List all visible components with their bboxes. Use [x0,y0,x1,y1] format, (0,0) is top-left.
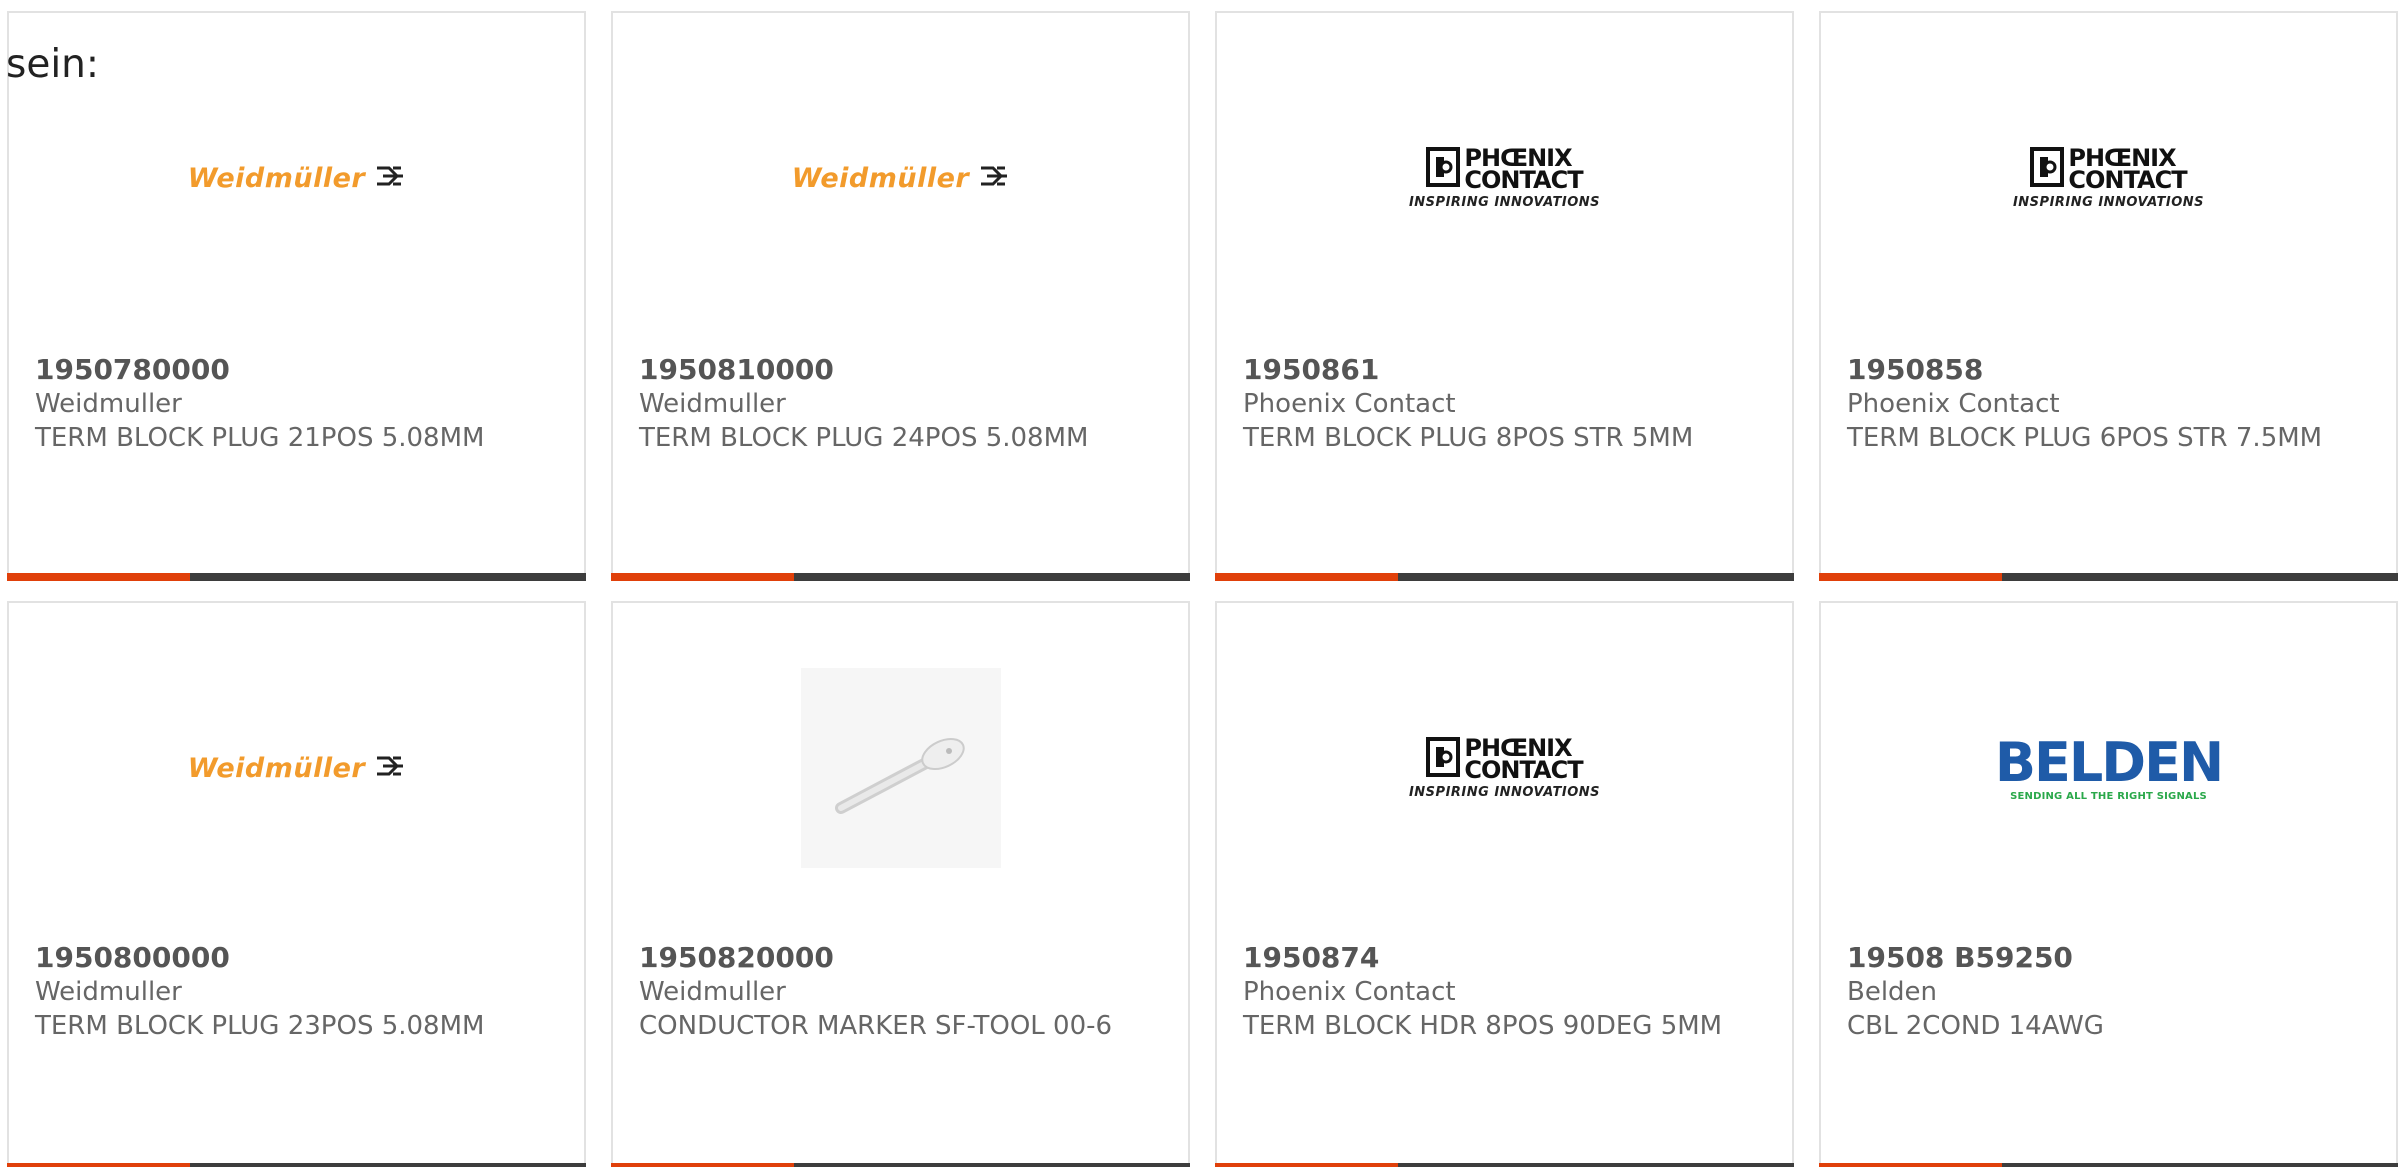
product-grid: Weidmüller 1950780000 Weidmuller TERM BL… [0,0,2400,1167]
description: TERM BLOCK PLUG 6POS STR 7.5MM [1847,423,2323,453]
weidmuller-logo-text: Weidmüller [187,752,366,784]
phoenix-symbol-icon [2030,146,2065,191]
phoenix-logo: PHŒNIX CONTACT INSPIRING INNOVATIONS [2012,146,2205,210]
manufacturer: Phoenix Contact [1847,389,2060,419]
card-bottom-bar [7,573,586,581]
marker-tool-photo [800,668,1001,868]
manufacturer: Weidmuller [639,977,786,1007]
product-image: PHŒNIX CONTACT INSPIRING INNOVATIONS [1217,73,1792,313]
product-card[interactable]: Weidmüller 1950800000 Weidmuller TERM BL… [7,601,586,1167]
weidmuller-logo: Weidmüller [188,753,405,784]
part-number[interactable]: 1950820000 [639,941,1168,975]
intro-text: sein: [6,42,100,87]
manufacturer: Phoenix Contact [1243,389,1456,419]
phoenix-tagline: INSPIRING INNOVATIONS [1408,784,1601,800]
card-bar-accent [611,573,794,581]
product-card[interactable]: PHŒNIX CONTACT INSPIRING INNOVATIONS 195… [1215,601,1794,1167]
product-card[interactable]: PHŒNIX CONTACT INSPIRING INNOVATIONS 195… [1215,11,1794,581]
belden-logo: BELDEN SENDING ALL THE RIGHT SIGNALS [1994,730,2224,802]
manufacturer: Belden [1847,977,1938,1007]
description: CONDUCTOR MARKER SF-TOOL 00-6 [639,1011,1113,1041]
description: TERM BLOCK PLUG 23POS 5.08MM [35,1011,485,1041]
product-info: 1950858 Phoenix Contact TERM BLOCK PLUG … [1847,353,2376,455]
weidmuller-symbol-icon [979,164,1009,192]
product-image: Weidmüller [613,73,1188,313]
description: TERM BLOCK PLUG 21POS 5.08MM [35,423,485,453]
product-image: Weidmüller [9,73,584,313]
card-bottom-bar [611,1163,1190,1167]
card-bar-accent [611,1163,794,1167]
card-bottom-bar [611,573,1190,581]
card-bar-accent [7,1163,190,1167]
part-number[interactable]: 1950810000 [639,353,1168,387]
card-bar-accent [7,573,190,581]
part-number[interactable]: 1950861 [1243,353,1772,387]
product-info: 1950874 Phoenix Contact TERM BLOCK HDR 8… [1243,941,1772,1043]
part-number[interactable]: 1950858 [1847,353,2376,387]
belden-logo-text: BELDEN [1994,730,2224,794]
product-image: Weidmüller [9,663,584,903]
part-number[interactable]: 19508 B59250 [1847,941,2376,975]
card-bar-accent [1215,1163,1398,1167]
phoenix-tagline: INSPIRING INNOVATIONS [1408,194,1601,210]
phoenix-symbol-icon [1426,146,1461,191]
weidmuller-logo-text: Weidmüller [187,162,366,194]
product-info: 19508 B59250 Belden CBL 2COND 14AWG [1847,941,2376,1043]
phoenix-logo-line2: CONTACT [1464,165,1583,194]
phoenix-symbol-icon [1426,736,1461,781]
part-number[interactable]: 1950780000 [35,353,564,387]
weidmuller-logo: Weidmüller [792,163,1009,194]
product-info: 1950861 Phoenix Contact TERM BLOCK PLUG … [1243,353,1772,455]
weidmuller-symbol-icon [375,164,405,192]
card-bottom-bar [1215,573,1794,581]
product-info: 1950780000 Weidmuller TERM BLOCK PLUG 21… [35,353,564,455]
product-image: PHŒNIX CONTACT INSPIRING INNOVATIONS [1821,73,2396,313]
card-bottom-bar [7,1163,586,1167]
product-card[interactable]: BELDEN SENDING ALL THE RIGHT SIGNALS 195… [1819,601,2398,1167]
product-image: BELDEN SENDING ALL THE RIGHT SIGNALS [1821,663,2396,903]
description: TERM BLOCK PLUG 24POS 5.08MM [639,423,1089,453]
description: CBL 2COND 14AWG [1847,1011,2104,1041]
phoenix-logo-line2: CONTACT [1464,755,1583,784]
card-bottom-bar [1819,573,2398,581]
manufacturer: Weidmuller [639,389,786,419]
card-bar-accent [1819,573,2002,581]
manufacturer: Weidmuller [35,389,182,419]
description: TERM BLOCK PLUG 8POS STR 5MM [1243,423,1694,453]
phoenix-tagline: INSPIRING INNOVATIONS [2012,194,2205,210]
part-number[interactable]: 1950800000 [35,941,564,975]
product-card[interactable]: 1950820000 Weidmuller CONDUCTOR MARKER S… [611,601,1190,1167]
description: TERM BLOCK HDR 8POS 90DEG 5MM [1243,1011,1723,1041]
product-image: PHŒNIX CONTACT INSPIRING INNOVATIONS [1217,663,1792,903]
product-info: 1950810000 Weidmuller TERM BLOCK PLUG 24… [639,353,1168,455]
phoenix-logo: PHŒNIX CONTACT INSPIRING INNOVATIONS [1408,736,1601,800]
weidmuller-logo: Weidmüller [188,163,405,194]
product-info: 1950800000 Weidmuller TERM BLOCK PLUG 23… [35,941,564,1043]
product-info: 1950820000 Weidmuller CONDUCTOR MARKER S… [639,941,1168,1043]
card-bar-accent [1819,1163,2002,1167]
manufacturer: Phoenix Contact [1243,977,1456,1007]
belden-tagline: SENDING ALL THE RIGHT SIGNALS [2010,790,2207,802]
card-bar-accent [1215,573,1398,581]
product-card[interactable]: PHŒNIX CONTACT INSPIRING INNOVATIONS 195… [1819,11,2398,581]
weidmuller-logo-text: Weidmüller [791,162,970,194]
product-card[interactable]: Weidmüller 1950810000 Weidmuller TERM BL… [611,11,1190,581]
page: sein: Weidmüller 1950780000 Weidmuller T… [0,0,2400,1167]
card-bottom-bar [1215,1163,1794,1167]
manufacturer: Weidmuller [35,977,182,1007]
product-card[interactable]: Weidmüller 1950780000 Weidmuller TERM BL… [7,11,586,581]
card-bottom-bar [1819,1163,2398,1167]
weidmuller-symbol-icon [375,754,405,782]
product-image [613,663,1188,903]
part-number[interactable]: 1950874 [1243,941,1772,975]
phoenix-logo: PHŒNIX CONTACT INSPIRING INNOVATIONS [1408,146,1601,210]
phoenix-logo-line2: CONTACT [2068,165,2187,194]
